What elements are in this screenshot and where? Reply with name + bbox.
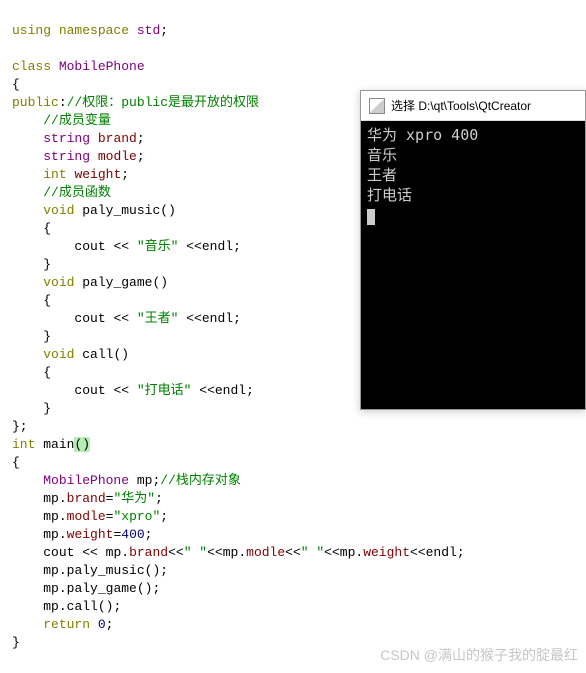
main-func: main xyxy=(43,437,74,452)
cursor xyxy=(367,209,375,225)
class-name: MobilePhone xyxy=(59,59,145,74)
kw-namespace: namespace xyxy=(59,23,129,38)
console-icon xyxy=(369,98,385,114)
output-line: 打电话 xyxy=(367,186,412,204)
console-output[interactable]: 华为 xpro 400 音乐 王者 打电话 xyxy=(361,121,585,409)
output-line: 音乐 xyxy=(367,146,397,164)
kw-public: public xyxy=(12,95,59,110)
console-title: 选择 D:\qt\Tools\QtCreator xyxy=(391,97,531,114)
console-window[interactable]: 选择 D:\qt\Tools\QtCreator 华为 xpro 400 音乐 … xyxy=(360,90,586,410)
output-line: 王者 xyxy=(367,166,397,184)
comment: //权限：public是最开放的权限 xyxy=(67,95,259,110)
comment: //成员函数 xyxy=(43,185,111,200)
ns-std: std xyxy=(137,23,160,38)
paren-highlight: () xyxy=(74,437,90,452)
comment: //成员变量 xyxy=(43,113,111,128)
console-titlebar[interactable]: 选择 D:\qt\Tools\QtCreator xyxy=(361,91,585,121)
kw-class: class xyxy=(12,59,51,74)
output-line: 华为 xpro 400 xyxy=(367,126,478,144)
kw-using: using xyxy=(12,23,51,38)
